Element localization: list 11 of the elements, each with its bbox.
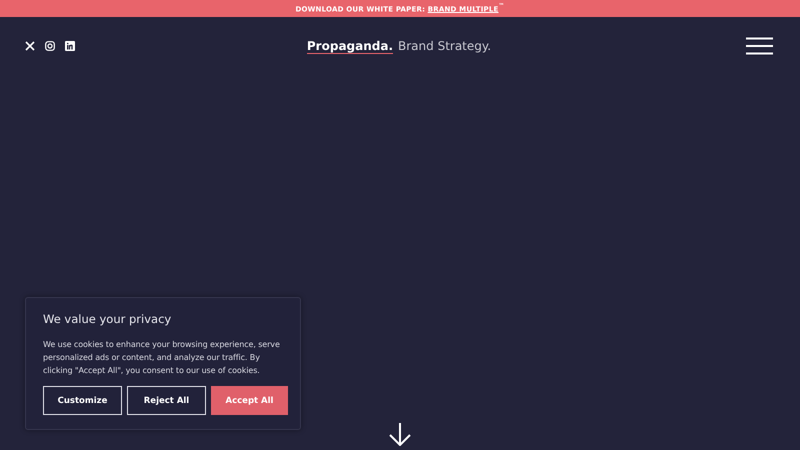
- down-arrow-icon[interactable]: [389, 422, 411, 446]
- menu-icon[interactable]: [746, 37, 773, 55]
- cookie-title: We value your privacy: [43, 312, 172, 326]
- brand-logo[interactable]: Propaganda.: [306, 38, 394, 54]
- instagram-icon[interactable]: [45, 41, 55, 51]
- linkedin-icon[interactable]: [65, 41, 75, 51]
- brand-tagline: Brand Strategy.: [398, 38, 492, 52]
- x-icon[interactable]: [25, 41, 35, 51]
- cookie-button[interactable]: Reject All: [127, 386, 206, 415]
- cookie-text: We use cookies to enhance your browsing experience, serve personalized ads or content, and analyze our traffic. By clicking "Accept All", you consent to our use of cookies.: [43, 339, 281, 377]
- cookie-button[interactable]: Customize: [43, 386, 122, 415]
